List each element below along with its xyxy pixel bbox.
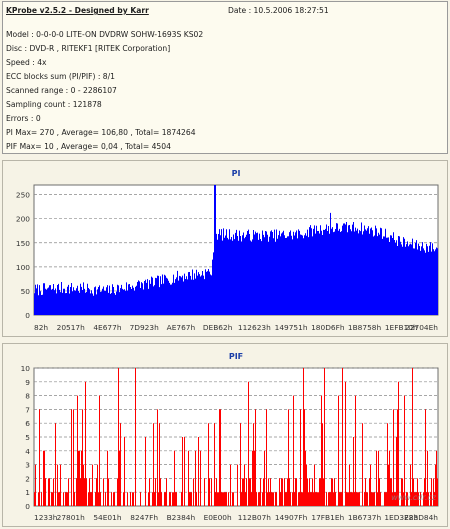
y-tick-label: 200 — [16, 215, 30, 224]
y-tick-label: 3 — [25, 461, 30, 470]
x-tick-label: 20517h — [57, 323, 86, 332]
x-tick-label: 1B6737h — [348, 513, 382, 522]
y-tick-label: 10 — [21, 364, 31, 373]
pi-chart: PI 0 50 100 150 200 250 82h 20517h 4E677h 7D923h AE… — [16, 169, 439, 332]
pif-chart: PIF 0 1 2 3 4 5 6 7 8 9 10 1233h 27801h 54E01h 8247Fh B2… — [21, 352, 439, 522]
x-tick-label: 112623h — [238, 323, 271, 332]
x-tick-label: 54E01h — [93, 513, 121, 522]
pi-chart-panel: PI 0 50 100 150 200 250 82h 20517h 4E677h 7D923h AE… — [2, 160, 448, 337]
x-tick-label: 149751h — [275, 323, 308, 332]
x-tick-label: 82h — [34, 323, 48, 332]
x-tick-label: B2384h — [167, 513, 196, 522]
y-tick-label: 0 — [25, 502, 30, 511]
app-title: KProbe v2.5.2 - Designed by Karr — [6, 6, 149, 15]
y-tick-label: 4 — [25, 447, 30, 456]
y-tick-label: 7 — [25, 405, 30, 414]
x-tick-label: DEB62h — [203, 323, 233, 332]
x-tick-label: AE767h — [167, 323, 196, 332]
x-tick-label: E0E00h — [204, 513, 232, 522]
x-tick-label: 1233h — [34, 513, 58, 522]
range-line: Scanned range : 0 - 2286107 — [6, 86, 117, 95]
speed-line: Speed : 4x — [6, 58, 47, 67]
y-tick-label: 250 — [16, 191, 30, 200]
x-tick-label: 8247Fh — [130, 513, 158, 522]
x-tick-label: 112B07h — [238, 513, 272, 522]
y-tick-label: 50 — [21, 287, 31, 296]
y-tick-label: 9 — [25, 378, 30, 387]
y-tick-label: 1 — [25, 488, 30, 497]
y-tick-label: 5 — [25, 433, 30, 442]
x-tick-label: 4E677h — [93, 323, 121, 332]
x-tick-label: 27801h — [57, 513, 86, 522]
errors-line: Errors : 0 — [6, 114, 41, 123]
pif-chart-panel: PIF 0 1 2 3 4 5 6 7 8 9 10 1233h 27801h 54E01h 8247Fh B2… — [2, 343, 448, 527]
disc-line: Disc : DVD-R , RITEKF1 [RITEK Corporatio… — [6, 44, 171, 53]
watermark: www.cdr.cz — [391, 493, 437, 502]
y-tick-label: 8 — [25, 392, 30, 401]
y-tick-label: 0 — [25, 311, 30, 320]
pif-stats-line: PIF Max= 10 , Average= 0,04 , Total= 450… — [6, 142, 171, 151]
chart-title: PI — [232, 169, 241, 178]
chart-title: PIF — [229, 352, 243, 361]
y-tick-label: 150 — [16, 239, 30, 248]
ecc-line: ECC blocks sum (PI/PIF) : 8/1 — [6, 72, 116, 81]
x-tick-label: 7D923h — [130, 323, 159, 332]
x-tick-label: 17FB1Eh — [311, 513, 344, 522]
info-panel: KProbe v2.5.2 - Designed by Karr Date : … — [2, 1, 448, 154]
x-tick-label: 14907Fh — [275, 513, 308, 522]
x-tick-label: 22704Eh — [405, 323, 438, 332]
x-tick-label: 180D6Fh — [311, 323, 345, 332]
y-tick-label: 6 — [25, 419, 30, 428]
pi-stats-line: PI Max= 270 , Average= 106,80 , Total= 1… — [6, 128, 196, 137]
x-tick-label: 1B8758h — [348, 323, 382, 332]
sampling-line: Sampling count : 121878 — [6, 100, 102, 109]
scan-date: Date : 10.5.2006 18:27:51 — [228, 6, 329, 15]
y-tick-label: 2 — [25, 474, 30, 483]
model-line: Model : 0-0-0-0 LITE-ON DVDRW SOHW-1693S… — [6, 30, 204, 39]
x-tick-label: 223D84h — [404, 513, 438, 522]
y-tick-label: 100 — [16, 263, 30, 272]
